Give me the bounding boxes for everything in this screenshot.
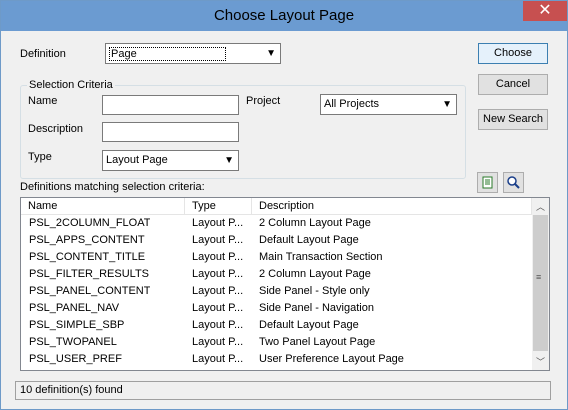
grip-icon: ≡ <box>536 272 542 282</box>
type-select[interactable]: Layout Page ▼ <box>102 150 239 171</box>
definition-select-value: Page <box>109 47 226 61</box>
definition-select[interactable]: Page ▼ <box>105 43 281 64</box>
list-caption: Definitions matching selection criteria: <box>20 181 205 193</box>
document-icon <box>482 176 493 189</box>
cell-description: 2 Column Layout Page <box>259 217 371 229</box>
definitions-list[interactable]: Name Type Description PSL_2COLUMN_FLOAT L… <box>20 197 550 371</box>
cell-description: Main Transaction Section <box>259 251 383 263</box>
choose-layout-page-dialog: Choose Layout Page ✕ Definition Page ▼ S… <box>0 0 568 410</box>
table-row[interactable]: PSL_PANEL_NAV Layout P... Side Panel - Nav… <box>21 301 531 318</box>
cell-type: Layout P... <box>192 319 244 331</box>
table-row[interactable]: PSL_CONTENT_TITLE Layout P... Main Transac… <box>21 250 531 267</box>
table-row[interactable]: PSL_TWOPANEL Layout P... Two Panel Layout … <box>21 335 531 352</box>
cell-name: PSL_PANEL_NAV <box>29 302 120 314</box>
cell-name: PSL_SIMPLE_SBP <box>29 319 125 331</box>
cell-type: Layout P... <box>192 302 244 314</box>
choose-button[interactable]: Choose <box>478 43 548 64</box>
table-row[interactable]: PSL_FILTER_RESULTS Layout P... 2 Column La… <box>21 267 531 284</box>
cell-name: PSL_CONTENT_TITLE <box>29 251 146 263</box>
magnifier-icon <box>507 176 520 189</box>
cell-description: Default Layout Page <box>259 319 359 331</box>
cell-name: PSL_PANEL_CONTENT <box>29 285 151 297</box>
description-label: Description <box>28 123 84 135</box>
status-bar: 10 definition(s) found <box>15 381 551 400</box>
scroll-up-icon[interactable]: ︿ <box>536 200 545 213</box>
vertical-scrollbar[interactable]: ︿ ≡ ﹀ <box>532 198 549 370</box>
chevron-down-icon: ▼ <box>266 48 276 59</box>
selection-criteria-label: Selection Criteria <box>27 79 115 91</box>
status-text: 10 definition(s) found <box>20 384 123 396</box>
cell-type: Layout P... <box>192 217 244 229</box>
title-bar: Choose Layout Page ✕ <box>1 1 567 31</box>
table-row[interactable]: PSL_APPS_CONTENT Layout P... Default Layou… <box>21 233 531 250</box>
new-search-button[interactable]: New Search <box>478 109 548 130</box>
scrollbar-thumb[interactable] <box>533 215 548 351</box>
column-header-description[interactable]: Description <box>252 198 532 215</box>
cell-description: Side Panel - Navigation <box>259 302 374 314</box>
name-input[interactable] <box>102 95 239 115</box>
cell-type: Layout P... <box>192 251 244 263</box>
cell-name: PSL_APPS_CONTENT <box>29 234 145 246</box>
cell-type: Layout P... <box>192 268 244 280</box>
cell-name: PSL_2COLUMN_FLOAT <box>29 217 151 229</box>
type-label: Type <box>28 151 52 163</box>
type-select-value: Layout Page <box>106 154 168 166</box>
table-row[interactable]: PSL_2COLUMN_FLOAT Layout P... 2 Column Lay… <box>21 216 531 233</box>
definition-label: Definition <box>20 48 66 60</box>
cell-type: Layout P... <box>192 285 244 297</box>
cell-description: 2 Column Layout Page <box>259 268 371 280</box>
cell-description: Side Panel - Style only <box>259 285 370 297</box>
properties-button[interactable] <box>477 172 498 193</box>
cell-type: Layout P... <box>192 234 244 246</box>
cancel-button[interactable]: Cancel <box>478 74 548 95</box>
cell-description: Two Panel Layout Page <box>259 336 376 348</box>
cell-name: PSL_USER_PREF <box>29 353 122 365</box>
description-input[interactable] <box>102 122 239 142</box>
cell-description: Default Layout Page <box>259 234 359 246</box>
table-row[interactable]: PSL_SIMPLE_SBP Layout P... Default Layout … <box>21 318 531 335</box>
column-header-name[interactable]: Name <box>21 198 185 215</box>
close-button[interactable]: ✕ <box>523 1 567 21</box>
project-label: Project <box>246 95 281 107</box>
scroll-down-icon[interactable]: ﹀ <box>536 355 545 368</box>
name-label: Name <box>28 95 58 107</box>
table-row[interactable]: PSL_USER_PREF Layout P... User Preference … <box>21 352 531 369</box>
column-header-type[interactable]: Type <box>185 198 252 215</box>
cell-name: PSL_FILTER_RESULTS <box>29 268 150 280</box>
find-button[interactable] <box>503 172 524 193</box>
project-select-value: All Projects <box>324 98 380 110</box>
table-row[interactable]: PSL_PANEL_CONTENT Layout P... Side Panel -… <box>21 284 531 301</box>
chevron-down-icon: ▼ <box>224 155 234 166</box>
chevron-down-icon: ▼ <box>442 99 452 110</box>
project-select[interactable]: All Projects ▼ <box>320 94 457 115</box>
cell-type: Layout P... <box>192 336 244 348</box>
cell-type: Layout P... <box>192 353 244 365</box>
cell-description: User Preference Layout Page <box>259 353 404 365</box>
window-title: Choose Layout Page <box>213 7 355 24</box>
cell-name: PSL_TWOPANEL <box>29 336 117 348</box>
